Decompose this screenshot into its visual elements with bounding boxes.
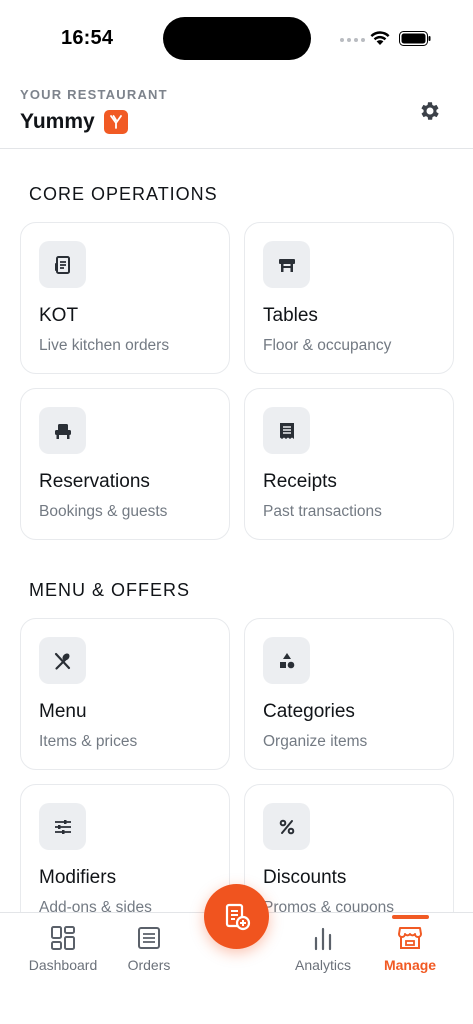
restaurant-name: Yummy (20, 110, 95, 133)
card-title: KOT (39, 305, 79, 326)
nav-label: Dashboard (28, 957, 98, 973)
card-categories[interactable]: Categories Organize items (244, 618, 454, 770)
section-title-menu-offers: MENU & OFFERS (29, 580, 191, 600)
chair-icon (39, 407, 86, 454)
new-order-icon (225, 903, 250, 930)
store-icon (398, 927, 422, 949)
battery-icon (399, 31, 431, 46)
card-subtitle: Organize items (263, 733, 368, 750)
restaurant-caption: YOUR RESTAURANT (20, 87, 168, 102)
nav-label: Manage (383, 957, 437, 973)
nav-analytics[interactable]: Analytics (278, 925, 368, 973)
wifi-icon (370, 31, 390, 45)
nav-orders[interactable]: Orders (104, 925, 194, 973)
card-subtitle: Live kitchen orders (39, 337, 170, 354)
card-subtitle: Bookings & guests (39, 503, 168, 520)
card-tables[interactable]: Tables Floor & occupancy (244, 222, 454, 374)
card-title: Discounts (263, 867, 347, 888)
shapes-icon (263, 637, 310, 684)
orders-icon (138, 927, 160, 949)
card-title: Tables (263, 305, 318, 326)
status-bar: 16:54 (0, 0, 473, 76)
gear-icon[interactable] (418, 99, 442, 123)
nav-label: Orders (127, 957, 171, 973)
dynamic-island (163, 17, 311, 60)
card-title: Categories (263, 701, 355, 722)
sliders-icon (39, 803, 86, 850)
card-title: Menu (39, 701, 87, 722)
section-title-core-operations: CORE OPERATIONS (29, 184, 218, 204)
status-time: 16:54 (61, 27, 114, 49)
card-reservations[interactable]: Reservations Bookings & guests (20, 388, 230, 540)
app-header: YOUR RESTAURANT Yummy (0, 76, 473, 149)
nav-manage[interactable]: Manage (365, 925, 455, 973)
card-kot[interactable]: KOT Live kitchen orders (20, 222, 230, 374)
restaurant-title-row[interactable]: Yummy (20, 110, 128, 134)
card-title: Modifiers (39, 867, 117, 888)
table-icon (263, 241, 310, 288)
card-subtitle: Items & prices (39, 733, 138, 750)
card-title: Reservations (39, 471, 150, 492)
receipt-long-icon (263, 407, 310, 454)
card-subtitle: Past transactions (263, 503, 382, 520)
card-title: Receipts (263, 471, 337, 492)
signal-icon (340, 38, 365, 42)
dashboard-icon (51, 926, 75, 950)
new-order-button[interactable] (204, 884, 269, 949)
card-subtitle: Floor & occupancy (263, 337, 392, 354)
restaurant-logo-icon (103, 110, 128, 134)
nav-label: Analytics (294, 957, 352, 973)
nav-dashboard[interactable]: Dashboard (18, 925, 108, 973)
percent-icon (263, 803, 310, 850)
analytics-icon (314, 927, 332, 951)
card-menu[interactable]: Menu Items & prices (20, 618, 230, 770)
active-tab-indicator (392, 915, 429, 919)
utensils-icon (39, 637, 86, 684)
card-receipts[interactable]: Receipts Past transactions (244, 388, 454, 540)
receipt-icon (39, 241, 86, 288)
